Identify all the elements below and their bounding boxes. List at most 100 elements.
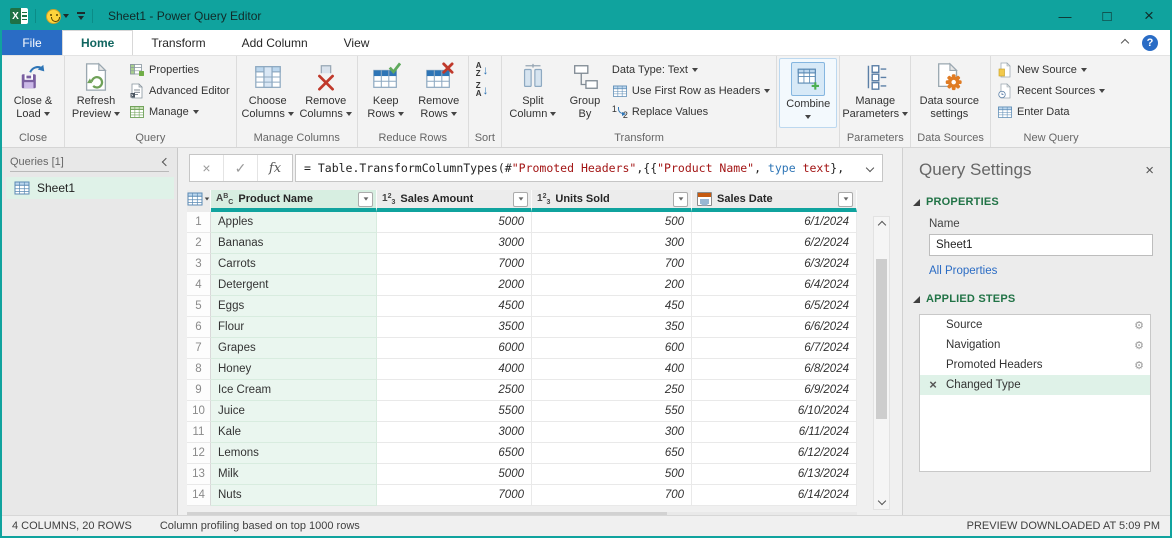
table-row[interactable]: 2 Bananas 3000 300 6/2/2024 — [187, 233, 857, 254]
table-cell[interactable]: 3500 — [377, 317, 532, 338]
table-cell[interactable]: 1 — [187, 212, 211, 233]
table-cell[interactable]: 6/14/2024 — [692, 485, 857, 506]
query-name-input[interactable] — [929, 234, 1153, 256]
table-cell[interactable]: 7000 — [377, 485, 532, 506]
table-cell[interactable]: 14 — [187, 485, 211, 506]
delete-step-icon[interactable]: × — [920, 375, 946, 395]
column-header-sales-amount[interactable]: 123 Sales Amount — [377, 190, 532, 212]
use-first-row-as-headers-button[interactable]: Use First Row as Headers — [612, 82, 771, 99]
table-cell[interactable]: 4000 — [377, 359, 532, 380]
remove-columns-button[interactable]: Remove Columns — [297, 58, 355, 121]
table-row[interactable]: 1 Apples 5000 500 6/1/2024 — [187, 212, 857, 233]
gear-icon[interactable]: ⚙ — [1134, 319, 1144, 332]
excel-icon[interactable]: X — [10, 8, 28, 24]
tab-view[interactable]: View — [326, 30, 388, 55]
table-cell[interactable]: 7000 — [377, 254, 532, 275]
data-type-button[interactable]: Data Type: Text — [612, 61, 770, 78]
applied-step[interactable]: Promoted Headers ⚙ — [920, 355, 1150, 375]
table-cell[interactable]: 200 — [532, 275, 692, 296]
table-cell[interactable]: 6/9/2024 — [692, 380, 857, 401]
scroll-up-button[interactable] — [874, 217, 889, 233]
tab-transform[interactable]: Transform — [133, 30, 223, 55]
split-column-button[interactable]: Split Column — [504, 58, 562, 121]
table-cell[interactable]: Juice — [211, 401, 377, 422]
table-cell[interactable]: 5000 — [377, 464, 532, 485]
choose-columns-button[interactable]: Choose Columns — [239, 58, 297, 121]
query-item-sheet1[interactable]: Sheet1 — [6, 177, 174, 199]
data-source-settings-button[interactable]: Data source settings — [913, 58, 985, 121]
table-row[interactable]: 8 Honey 4000 400 6/8/2024 — [187, 359, 857, 380]
applied-step[interactable]: Navigation ⚙ — [920, 335, 1150, 355]
table-cell[interactable]: Kale — [211, 422, 377, 443]
close-button[interactable]: × — [1128, 2, 1170, 30]
scroll-down-button[interactable] — [874, 493, 889, 509]
table-cell[interactable]: 700 — [532, 485, 692, 506]
table-row[interactable]: 3 Carrots 7000 700 6/3/2024 — [187, 254, 857, 275]
table-cell[interactable]: 12 — [187, 443, 211, 464]
properties-button[interactable]: Properties — [129, 61, 230, 78]
table-cell[interactable]: Bananas — [211, 233, 377, 254]
row-selector-header[interactable] — [187, 190, 211, 212]
table-cell[interactable]: 250 — [532, 380, 692, 401]
table-cell[interactable]: Lemons — [211, 443, 377, 464]
gear-icon[interactable]: ⚙ — [1134, 359, 1144, 372]
table-cell[interactable]: 6/3/2024 — [692, 254, 857, 275]
table-cell[interactable]: 11 — [187, 422, 211, 443]
table-cell[interactable]: 350 — [532, 317, 692, 338]
table-cell[interactable]: 400 — [532, 359, 692, 380]
table-cell[interactable]: 5000 — [377, 212, 532, 233]
table-cell[interactable]: 6500 — [377, 443, 532, 464]
table-cell[interactable]: 6/4/2024 — [692, 275, 857, 296]
table-cell[interactable]: 500 — [532, 212, 692, 233]
remove-rows-button[interactable]: Remove Rows — [412, 58, 466, 121]
manage-parameters-button[interactable]: Manage Parameters — [842, 58, 909, 121]
table-row[interactable]: 10 Juice 5500 550 6/10/2024 — [187, 401, 857, 422]
table-cell[interactable]: Detergent — [211, 275, 377, 296]
tab-home[interactable]: Home — [62, 30, 134, 55]
table-cell[interactable]: 700 — [532, 254, 692, 275]
table-cell[interactable]: 7 — [187, 338, 211, 359]
table-row[interactable]: 4 Detergent 2000 200 6/4/2024 — [187, 275, 857, 296]
commit-formula-button[interactable]: ✓ — [224, 155, 258, 181]
table-cell[interactable]: Flour — [211, 317, 377, 338]
filter-button[interactable] — [838, 191, 853, 207]
expand-formula-bar-icon[interactable] — [865, 163, 875, 173]
refresh-preview-button[interactable]: Refresh Preview — [67, 58, 125, 121]
table-cell[interactable]: Milk — [211, 464, 377, 485]
sort-descending-button[interactable]: ZA ↓ — [476, 82, 489, 98]
keep-rows-button[interactable]: Keep Rows — [360, 58, 412, 121]
gear-icon[interactable]: ⚙ — [1134, 339, 1144, 352]
column-header-sales-date[interactable]: Sales Date — [692, 190, 857, 212]
scrollbar-thumb[interactable] — [876, 259, 887, 419]
manage-button[interactable]: Manage — [129, 103, 230, 120]
table-cell[interactable]: 6/8/2024 — [692, 359, 857, 380]
table-cell[interactable]: Carrots — [211, 254, 377, 275]
customize-quick-access-button[interactable] — [77, 12, 85, 20]
collapse-ribbon-icon[interactable] — [1120, 38, 1130, 47]
table-cell[interactable]: 6/7/2024 — [692, 338, 857, 359]
table-cell[interactable]: 600 — [532, 338, 692, 359]
table-cell[interactable]: 5 — [187, 296, 211, 317]
recent-sources-button[interactable]: Recent Sources — [997, 82, 1106, 99]
column-profiling-status[interactable]: Column profiling based on top 1000 rows — [160, 520, 360, 532]
table-cell[interactable]: 650 — [532, 443, 692, 464]
quick-access-smiley-button[interactable] — [46, 8, 69, 24]
table-cell[interactable]: 4 — [187, 275, 211, 296]
table-cell[interactable]: 2 — [187, 233, 211, 254]
table-cell[interactable]: 9 — [187, 380, 211, 401]
table-cell[interactable]: 3000 — [377, 422, 532, 443]
table-cell[interactable]: 6/1/2024 — [692, 212, 857, 233]
table-cell[interactable]: 6/5/2024 — [692, 296, 857, 317]
help-icon[interactable]: ? — [1142, 34, 1158, 51]
table-cell[interactable]: 6/2/2024 — [692, 233, 857, 254]
table-row[interactable]: 9 Ice Cream 2500 250 6/9/2024 — [187, 380, 857, 401]
formula-input[interactable]: = Table.TransformColumnTypes(#"Promoted … — [295, 154, 883, 182]
table-cell[interactable]: 10 — [187, 401, 211, 422]
table-cell[interactable]: Grapes — [211, 338, 377, 359]
column-header-product-name[interactable]: ABC Product Name — [211, 190, 377, 212]
table-cell[interactable]: 3 — [187, 254, 211, 275]
table-cell[interactable]: 3000 — [377, 233, 532, 254]
all-properties-link[interactable]: All Properties — [929, 265, 1170, 277]
new-source-button[interactable]: New Source — [997, 61, 1105, 78]
replace-values-button[interactable]: 12 Replace Values — [612, 103, 770, 120]
